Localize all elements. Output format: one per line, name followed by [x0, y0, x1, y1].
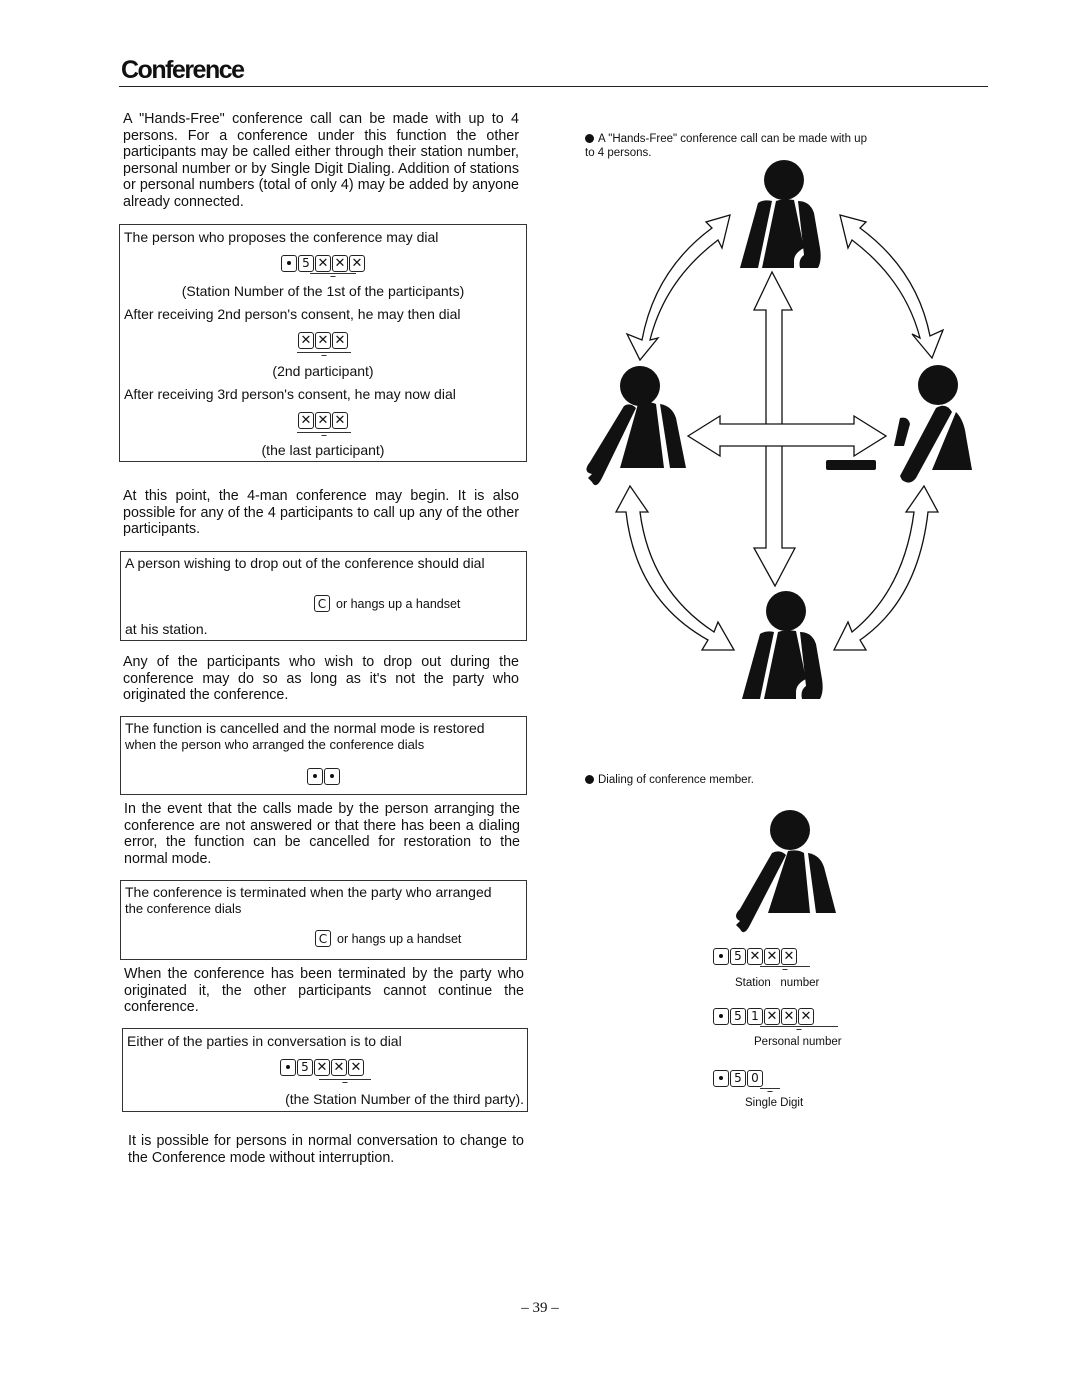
digit-placeholder-key: ✕: [781, 947, 797, 965]
digit-placeholder-key: ✕: [798, 1007, 814, 1025]
participant-left-icon: [586, 366, 686, 486]
curved-arrow-top-right: [839, 214, 945, 360]
dial-keys-single-digit: 50: [713, 1069, 763, 1087]
digit-key: 5: [730, 947, 746, 965]
page-number: – 39 –: [521, 1300, 559, 1316]
bullet-icon: [585, 775, 594, 784]
digit-placeholder-key: ✕: [781, 1007, 797, 1025]
horizontal-double-arrow: [686, 414, 888, 458]
dot-key: [713, 1069, 729, 1087]
figure2-caption: Dialing of conference member.: [585, 774, 754, 786]
personal-number-label: Personal number: [754, 1036, 842, 1048]
dialing-person-icon: [736, 810, 836, 933]
digit-key: 5: [730, 1069, 746, 1087]
brace: [760, 1026, 838, 1032]
dot-key: [713, 947, 729, 965]
single-digit-label: Single Digit: [745, 1097, 804, 1109]
dial-example-single-digit: 50: [713, 1067, 763, 1087]
curved-arrow-top-left: [625, 214, 731, 362]
participant-bottom-icon: [742, 591, 823, 699]
dot-key: [713, 1007, 729, 1025]
digit-placeholder-key: ✕: [747, 947, 763, 965]
participant-top-icon: [740, 160, 821, 268]
digit-key: 0: [747, 1069, 763, 1087]
dial-example-station: 5 ✕ ✕ ✕: [713, 945, 797, 965]
conference-diagram: [586, 160, 972, 933]
digit-placeholder-key: ✕: [764, 1007, 780, 1025]
station-number-label: Station number: [735, 977, 820, 989]
digit-key: 1: [747, 1007, 763, 1025]
dial-example-personal: 5 1 ✕ ✕ ✕: [713, 1005, 814, 1025]
digit-key: 5: [730, 1007, 746, 1025]
dial-keys-station-number: 5 ✕ ✕ ✕: [713, 947, 797, 965]
brace: [760, 966, 810, 972]
dial-keys-personal-number: 5 1 ✕ ✕ ✕: [713, 1007, 814, 1025]
brace: [760, 1088, 780, 1094]
handset-icon: [826, 460, 876, 470]
curved-arrow-bottom-left: [614, 484, 736, 651]
digit-placeholder-key: ✕: [764, 947, 780, 965]
curved-arrow-bottom-right: [832, 484, 940, 651]
